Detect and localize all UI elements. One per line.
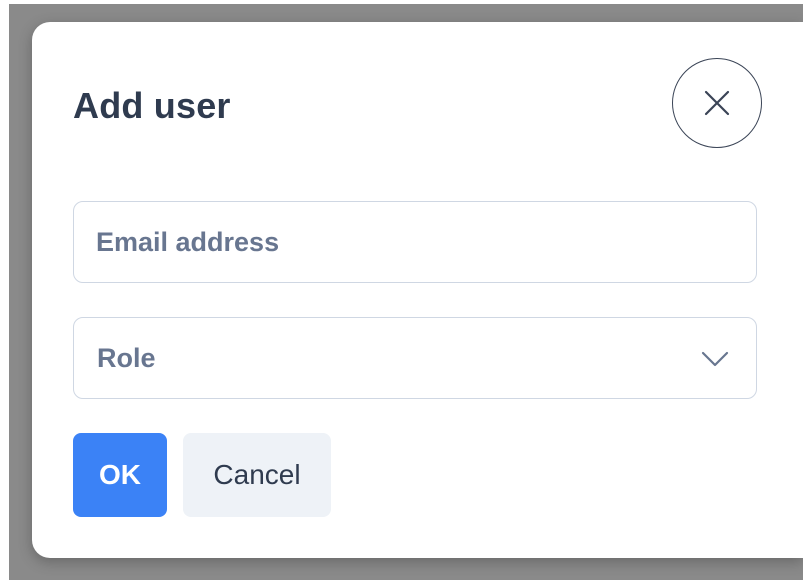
add-user-dialog: Add user Role OK Cancel bbox=[32, 22, 803, 558]
ok-button[interactable]: OK bbox=[73, 433, 167, 517]
cancel-button[interactable]: Cancel bbox=[183, 433, 331, 517]
role-select[interactable]: Role bbox=[73, 317, 757, 399]
close-icon bbox=[704, 90, 730, 116]
close-button[interactable] bbox=[672, 58, 762, 148]
email-field[interactable] bbox=[73, 201, 757, 283]
email-input[interactable] bbox=[74, 202, 756, 282]
role-select-label: Role bbox=[97, 343, 156, 373]
dialog-title: Add user bbox=[73, 85, 231, 126]
chevron-down-icon bbox=[701, 351, 729, 367]
